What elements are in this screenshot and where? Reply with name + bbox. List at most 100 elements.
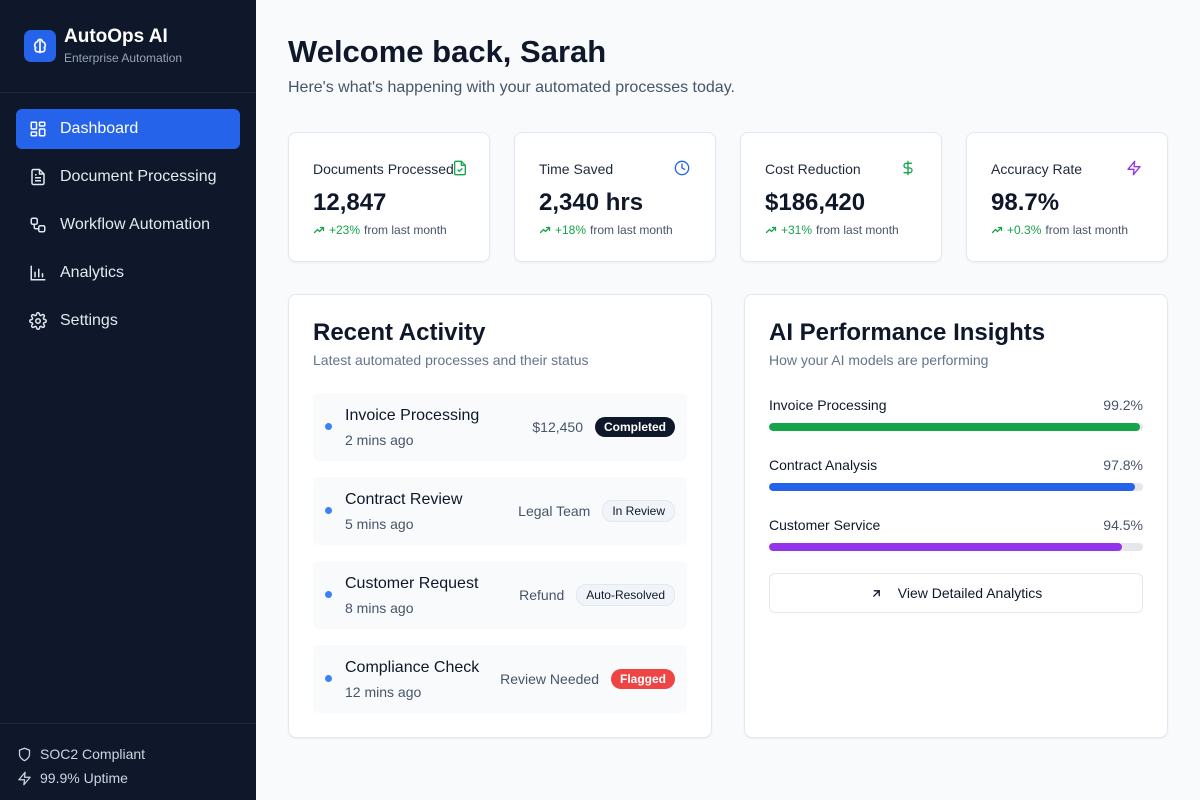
progress-fill bbox=[769, 543, 1123, 551]
sidebar: AutoOps AI Enterprise Automation Dashboa… bbox=[0, 0, 256, 800]
stat-change: +0.3% from last month bbox=[991, 223, 1128, 237]
sidebar-item-label: Workflow Automation bbox=[60, 216, 210, 233]
trending-up-icon bbox=[539, 224, 551, 236]
status-badge: Flagged bbox=[610, 669, 675, 689]
performance-metric: Contract Analysis 97.8% bbox=[769, 457, 1143, 491]
sidebar-item-label: Document Processing bbox=[60, 168, 217, 185]
sidebar-item-settings[interactable]: Settings bbox=[16, 301, 240, 341]
card-title: Recent Activity bbox=[313, 319, 486, 346]
status-badge: Completed bbox=[594, 417, 675, 437]
clock-icon bbox=[673, 159, 691, 177]
performance-metric: Invoice Processing 99.2% bbox=[769, 397, 1143, 431]
stat-card-accuracy: Accuracy Rate 98.7% +0.3% from last mont… bbox=[966, 132, 1168, 262]
activity-item[interactable]: Compliance Check 12 mins ago Review Need… bbox=[313, 645, 687, 713]
activity-meta: $12,450 bbox=[532, 419, 583, 435]
stat-card-cost-reduction: Cost Reduction $186,420 +31% from last m… bbox=[740, 132, 942, 262]
stat-change-value: +31% bbox=[781, 223, 813, 237]
metric-value: 94.5% bbox=[1103, 517, 1143, 533]
uptime-label: 99.9% Uptime bbox=[40, 770, 128, 786]
sidebar-item-label: Settings bbox=[60, 312, 118, 329]
performance-metric: Customer Service 94.5% bbox=[769, 517, 1143, 551]
status-dot bbox=[325, 675, 332, 682]
sidebar-item-document-processing[interactable]: Document Processing bbox=[16, 157, 240, 197]
stat-change: +23% from last month bbox=[313, 223, 447, 237]
stat-change-suffix: from last month bbox=[816, 223, 899, 237]
stat-value: 98.7% bbox=[991, 189, 1060, 216]
metric-value: 97.8% bbox=[1103, 457, 1143, 473]
dashboard-icon bbox=[28, 119, 48, 139]
stat-change-suffix: from last month bbox=[1045, 223, 1129, 237]
view-analytics-button[interactable]: View Detailed Analytics bbox=[769, 573, 1143, 613]
bolt-icon bbox=[1125, 159, 1143, 177]
activity-time: 5 mins ago bbox=[345, 516, 414, 532]
sidebar-item-workflow-automation[interactable]: Workflow Automation bbox=[16, 205, 240, 245]
metric-value: 99.2% bbox=[1103, 397, 1143, 413]
stat-value: 2,340 hrs bbox=[539, 189, 644, 216]
activity-item[interactable]: Customer Request 8 mins ago Refund Auto-… bbox=[313, 561, 687, 629]
sidebar-item-label: Analytics bbox=[60, 264, 125, 281]
stat-label: Accuracy Rate bbox=[991, 161, 1083, 177]
progress-fill bbox=[769, 483, 1135, 491]
activity-time: 12 mins ago bbox=[345, 684, 422, 700]
activity-title: Compliance Check bbox=[345, 659, 480, 676]
metric-label: Invoice Processing bbox=[769, 397, 887, 413]
dollar-icon bbox=[899, 159, 917, 177]
page-title: Welcome back, Sarah bbox=[288, 34, 607, 69]
stat-change-value: +0.3% bbox=[1007, 223, 1042, 237]
trending-up-icon bbox=[765, 224, 777, 236]
brand-title: AutoOps AI bbox=[64, 26, 168, 47]
bar-chart-icon bbox=[28, 263, 48, 283]
gear-icon bbox=[28, 311, 48, 331]
ai-performance-card: AI Performance Insights How your AI mode… bbox=[744, 294, 1168, 738]
activity-item[interactable]: Contract Review 5 mins ago Legal Team In… bbox=[313, 477, 687, 545]
progress-track bbox=[769, 483, 1143, 491]
stat-label: Time Saved bbox=[539, 161, 614, 177]
stat-change-suffix: from last month bbox=[364, 223, 447, 237]
recent-activity-card: Recent Activity Latest automated process… bbox=[288, 294, 712, 738]
sidebar-item-dashboard[interactable]: Dashboard bbox=[16, 109, 240, 149]
status-badge: Auto-Resolved bbox=[576, 584, 675, 606]
brand-subtitle: Enterprise Automation bbox=[64, 51, 183, 65]
metric-label: Contract Analysis bbox=[769, 457, 878, 473]
status-badge: In Review bbox=[602, 500, 675, 522]
trending-up-icon bbox=[991, 224, 1003, 236]
card-subtitle: Latest automated processes and their sta… bbox=[313, 352, 589, 368]
workflow-icon bbox=[28, 215, 48, 235]
status-dot bbox=[325, 423, 332, 430]
compliance-label: SOC2 Compliant bbox=[40, 746, 146, 762]
stat-label: Cost Reduction bbox=[765, 161, 861, 177]
activity-time: 8 mins ago bbox=[345, 600, 414, 616]
card-title: AI Performance Insights bbox=[769, 319, 1046, 346]
view-analytics-label: View Detailed Analytics bbox=[897, 585, 1043, 601]
sidebar-nav: Dashboard Document Processing Workflow A… bbox=[0, 93, 256, 341]
progress-fill bbox=[769, 423, 1140, 431]
stat-card-documents: Documents Processed 12,847 +23% from las… bbox=[288, 132, 490, 262]
metric-label: Customer Service bbox=[769, 517, 881, 533]
activity-time: 2 mins ago bbox=[345, 432, 414, 448]
activity-meta: Review Needed bbox=[500, 671, 599, 687]
stat-change-value: +23% bbox=[329, 223, 361, 237]
brain-icon bbox=[24, 30, 56, 62]
page-subtitle: Here's what's happening with your automa… bbox=[288, 79, 735, 96]
trending-up-icon bbox=[313, 224, 325, 236]
activity-title: Contract Review bbox=[345, 491, 463, 508]
stat-change: +18% from last month bbox=[539, 223, 673, 237]
bolt-icon bbox=[16, 770, 32, 786]
activity-title: Customer Request bbox=[345, 575, 479, 592]
stat-value: $186,420 bbox=[765, 189, 866, 216]
activity-meta: Refund bbox=[519, 587, 565, 603]
sidebar-item-analytics[interactable]: Analytics bbox=[16, 253, 240, 293]
card-subtitle: How your AI models are performing bbox=[769, 352, 989, 368]
stat-value: 12,847 bbox=[313, 189, 387, 216]
stat-card-time-saved: Time Saved 2,340 hrs +18% from last mont… bbox=[514, 132, 716, 262]
document-icon bbox=[28, 167, 48, 187]
progress-track bbox=[769, 543, 1143, 551]
activity-meta: Legal Team bbox=[518, 503, 591, 519]
stat-change: +31% from last month bbox=[765, 223, 899, 237]
stat-change-value: +18% bbox=[555, 223, 587, 237]
uptime-status: 99.9% Uptime bbox=[16, 766, 240, 790]
compliance-status: SOC2 Compliant bbox=[16, 742, 240, 766]
stat-label: Documents Processed bbox=[313, 161, 454, 177]
arrow-up-right-icon bbox=[870, 586, 884, 600]
activity-item[interactable]: Invoice Processing 2 mins ago $12,450 Co… bbox=[313, 393, 687, 461]
